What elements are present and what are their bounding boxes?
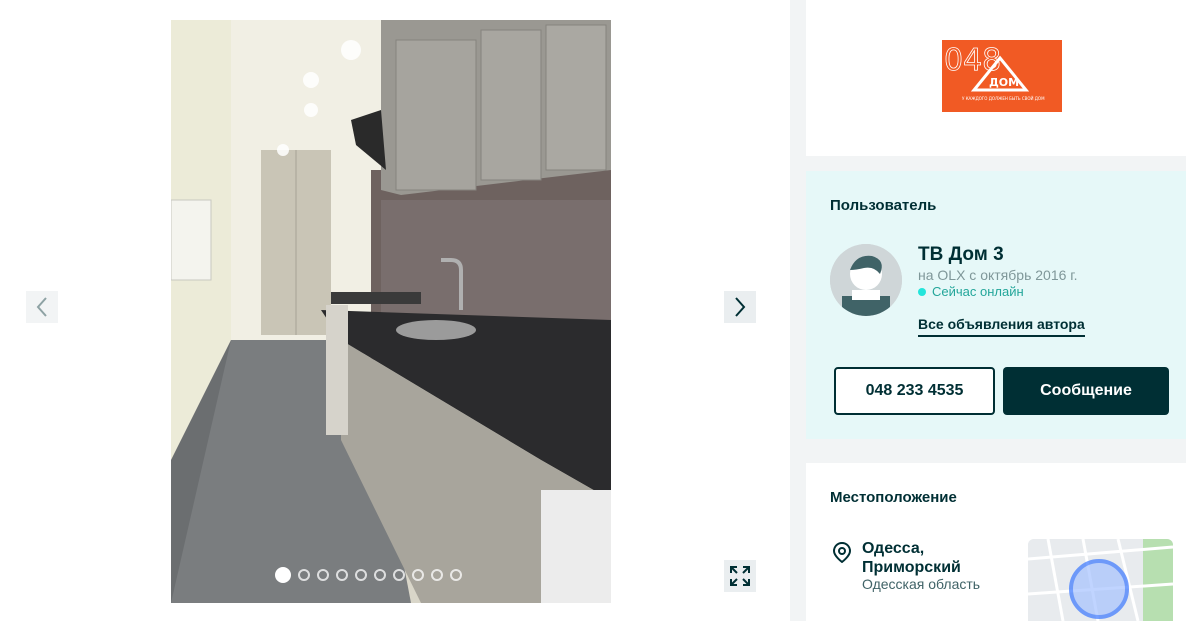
online-status: Сейчас онлайн [918,284,1024,299]
chevron-left-icon [36,297,47,317]
message-button[interactable]: Сообщение [1003,367,1169,415]
seller-name[interactable]: ТВ Дом 3 [918,244,1004,266]
kitchen-photo-image [171,20,611,603]
map-image [1028,539,1173,621]
user-avatar-icon [830,244,902,316]
seller-logo-image: 048 ДОМ У КАЖДОГО ДОЛЖЕН БЫТЬ СВОЙ ДОМ [942,40,1062,112]
photo-dot[interactable] [431,569,443,581]
seller-section-title: Пользователь [830,197,937,214]
expand-icon [730,566,750,586]
photo-dot[interactable] [275,567,291,583]
all-ads-link[interactable]: Все объявления автора [918,316,1085,337]
photo-dot[interactable] [374,569,386,581]
online-dot-icon [918,287,926,296]
location-city-line2: Приморский [862,559,961,576]
phone-button[interactable]: 048 233 4535 [834,367,995,415]
seller-since: на OLX с октябрь 2016 г. [918,267,1078,283]
location-pin-icon [832,541,852,567]
photo-dot[interactable] [393,569,405,581]
photo-dot[interactable] [450,569,462,581]
seller-logo[interactable]: 048 ДОМ У КАЖДОГО ДОЛЖЕН БЫТЬ СВОЙ ДОМ [942,40,1062,112]
svg-text:048: 048 [944,43,1001,78]
seller-logo-card: 048 ДОМ У КАЖДОГО ДОЛЖЕН БЫТЬ СВОЙ ДОМ [806,0,1186,156]
photo-dot[interactable] [412,569,424,581]
photo-dot[interactable] [355,569,367,581]
fullscreen-button[interactable] [724,560,756,592]
location-section-title: Местоположение [830,489,957,506]
avatar[interactable] [830,244,902,316]
chevron-right-icon [735,297,746,317]
photo-dot[interactable] [317,569,329,581]
previous-photo-button[interactable] [26,291,58,323]
svg-text:У КАЖДОГО ДОЛЖЕН БЫТЬ СВОЙ ДОМ: У КАЖДОГО ДОЛЖЕН БЫТЬ СВОЙ ДОМ [962,96,1045,101]
location-region: Одесская область [862,576,981,592]
location-city-line1: Одесса, [862,540,925,557]
listing-photo[interactable] [171,20,611,603]
location-map[interactable] [1028,539,1173,621]
photo-dot[interactable] [298,569,310,581]
photo-dot[interactable] [336,569,348,581]
online-status-label: Сейчас онлайн [932,284,1024,299]
location-city: Одесса, Приморский [862,539,961,577]
seller-card: Пользователь ТВ Дом 3 на OLX с октябрь 2… [806,171,1186,439]
next-photo-button[interactable] [724,291,756,323]
photo-pagination [275,567,462,583]
photo-gallery [0,0,790,621]
location-card: Местоположение Одесса, Приморский Одесск… [806,463,1186,621]
svg-text:ДОМ: ДОМ [989,76,1019,89]
